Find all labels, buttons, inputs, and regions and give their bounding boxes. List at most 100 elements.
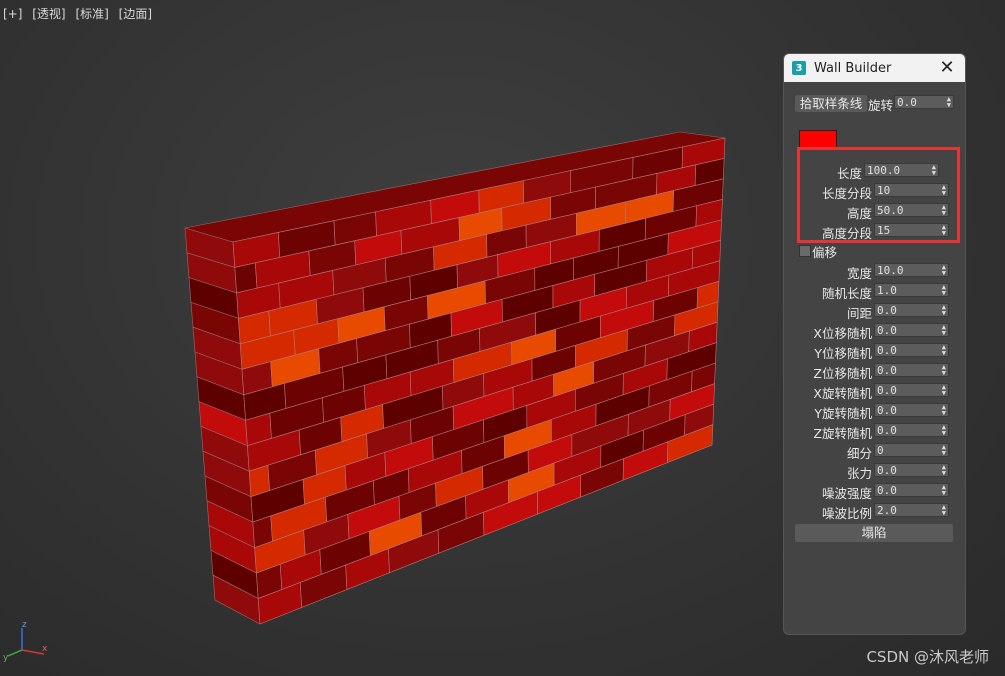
param-row: Y位移随机 0.0 ▲ ▼ [784, 342, 965, 361]
rotation-spinner[interactable]: 0.0 ▲ ▼ [894, 95, 954, 109]
spinner-arrows-icon[interactable]: ▲ ▼ [942, 404, 946, 417]
param-label: 随机长度 [821, 286, 872, 301]
param-row: 间距 0.0 ▲ ▼ [784, 302, 965, 321]
param-row: Y旋转随机 0.0 ▲ ▼ [784, 402, 965, 421]
close-icon[interactable]: ✕ [937, 58, 957, 78]
param-spinner[interactable]: 0.0 ▲ ▼ [874, 423, 949, 437]
param-spinner[interactable]: 50.0 ▲ ▼ [874, 203, 949, 217]
param-label: X旋转随机 [813, 386, 872, 401]
spinner-arrows-icon[interactable]: ▲ ▼ [942, 304, 946, 317]
param-value: 2.0 [877, 504, 897, 517]
spinner-arrows-icon[interactable]: ▲ ▼ [947, 96, 951, 109]
param-spinner[interactable]: 0.0 ▲ ▼ [874, 303, 949, 317]
param-label: 长度分段 [821, 186, 872, 201]
param-spinner[interactable]: 10 ▲ ▼ [874, 183, 949, 197]
param-row: 长度分段 10 ▲ ▼ [784, 182, 965, 201]
param-label: Y位移随机 [814, 346, 872, 361]
param-spinner[interactable]: 100.0 ▲ ▼ [864, 163, 939, 177]
color-swatch[interactable] [799, 130, 837, 150]
param-spinner[interactable]: 15 ▲ ▼ [874, 223, 949, 237]
param-row: 细分 0 ▲ ▼ [784, 442, 965, 461]
param-row: 张力 0.0 ▲ ▼ [784, 462, 965, 481]
spinner-arrows-icon[interactable]: ▲ ▼ [942, 444, 946, 457]
axis-y-label: y [3, 653, 9, 663]
axis-x-line [21, 649, 45, 655]
param-value: 0.0 [877, 344, 897, 357]
spinner-arrows-icon[interactable]: ▲ ▼ [942, 184, 946, 197]
rotation-label: 旋转 [868, 98, 894, 113]
spinner-arrows-icon[interactable]: ▲ ▼ [942, 224, 946, 237]
param-label: 噪波强度 [821, 486, 872, 501]
param-spinner[interactable]: 0.0 ▲ ▼ [874, 463, 949, 477]
param-label: 张力 [846, 466, 872, 481]
spinner-arrows-icon[interactable]: ▲ ▼ [942, 504, 946, 517]
watermark: CSDN @沐风老师 [866, 648, 989, 666]
axis-z-label: z [22, 620, 27, 630]
param-value: 1.0 [877, 284, 897, 297]
param-spinner[interactable]: 0.0 ▲ ▼ [874, 343, 949, 357]
axis-y-line [7, 649, 23, 657]
wall-builder-panel: 3 Wall Builder ✕ 拾取样条线 旋转 0.0 ▲ ▼ 长度 100.0… [783, 53, 966, 635]
wall-mesh[interactable] [0, 0, 780, 676]
param-value: 15 [877, 224, 891, 237]
spinner-arrows-icon[interactable]: ▲ ▼ [942, 324, 946, 337]
param-value: 0.0 [877, 364, 897, 377]
collapse-button[interactable]: 塌陷 [795, 524, 953, 542]
param-row: 高度分段 15 ▲ ▼ [784, 222, 965, 241]
param-label: 间距 [846, 306, 872, 321]
spinner-arrows-icon[interactable]: ▲ ▼ [942, 424, 946, 437]
param-spinner[interactable]: 1.0 ▲ ▼ [874, 283, 949, 297]
param-spinner[interactable]: 0.0 ▲ ▼ [874, 363, 949, 377]
spinner-arrows-icon[interactable]: ▲ ▼ [942, 364, 946, 377]
param-spinner[interactable]: 2.0 ▲ ▼ [874, 503, 949, 517]
param-value: 10.0 [877, 264, 904, 277]
wall-brick [234, 262, 258, 294]
param-value: 0.0 [877, 424, 897, 437]
axis-x-label: x [42, 644, 48, 654]
spinner-arrows-icon[interactable]: ▲ ▼ [942, 264, 946, 277]
param-row: 噪波比例 2.0 ▲ ▼ [784, 502, 965, 521]
offset-checkbox[interactable] [799, 245, 811, 257]
param-value: 0.0 [877, 384, 897, 397]
param-value: 0.0 [877, 404, 897, 417]
offset-label: 偏移 [812, 245, 838, 260]
param-value: 0.0 [877, 484, 897, 497]
param-row: 噪波强度 0.0 ▲ ▼ [784, 482, 965, 501]
param-row: 高度 50.0 ▲ ▼ [784, 202, 965, 221]
param-row: 长度 100.0 ▲ ▼ [784, 162, 965, 181]
panel-title-bar[interactable]: 3 Wall Builder ✕ [784, 54, 965, 82]
param-label: 高度分段 [821, 226, 872, 241]
param-label: X位移随机 [813, 326, 872, 341]
spinner-arrows-icon[interactable]: ▲ ▼ [942, 464, 946, 477]
axis-gizmo: z x y [3, 620, 48, 663]
spinner-arrows-icon[interactable]: ▲ ▼ [942, 384, 946, 397]
param-value: 10 [877, 184, 891, 197]
param-spinner[interactable]: 0.0 ▲ ▼ [874, 383, 949, 397]
spinner-arrows-icon[interactable]: ▲ ▼ [942, 204, 946, 217]
param-row: X位移随机 0.0 ▲ ▼ [784, 322, 965, 341]
param-value: 50.0 [877, 204, 904, 217]
param-label: 宽度 [846, 266, 872, 281]
spinner-arrows-icon[interactable]: ▲ ▼ [932, 164, 936, 177]
spinner-arrows-icon[interactable]: ▲ ▼ [942, 484, 946, 497]
param-value: 100.0 [867, 164, 901, 177]
param-spinner[interactable]: 0.0 ▲ ▼ [874, 483, 949, 497]
param-spinner[interactable]: 10.0 ▲ ▼ [874, 263, 949, 277]
param-row: Z旋转随机 0.0 ▲ ▼ [784, 422, 965, 441]
param-label: Y旋转随机 [814, 406, 872, 421]
param-label: Z旋转随机 [813, 426, 872, 441]
spinner-arrows-icon[interactable]: ▲ ▼ [942, 344, 946, 357]
param-label: 噪波比例 [821, 506, 872, 521]
param-label: 高度 [846, 206, 872, 221]
param-spinner[interactable]: 0.0 ▲ ▼ [874, 403, 949, 417]
param-row: 随机长度 1.0 ▲ ▼ [784, 282, 965, 301]
param-label: 长度 [836, 166, 862, 181]
param-row: 宽度 10.0 ▲ ▼ [784, 262, 965, 281]
param-value: 0.0 [877, 324, 897, 337]
spinner-arrows-icon[interactable]: ▲ ▼ [942, 284, 946, 297]
param-value: 0 [877, 444, 884, 457]
param-spinner[interactable]: 0.0 ▲ ▼ [874, 323, 949, 337]
app-logo-icon: 3 [792, 61, 806, 75]
param-spinner[interactable]: 0 ▲ ▼ [874, 443, 949, 457]
param-row: Z位移随机 0.0 ▲ ▼ [784, 362, 965, 381]
